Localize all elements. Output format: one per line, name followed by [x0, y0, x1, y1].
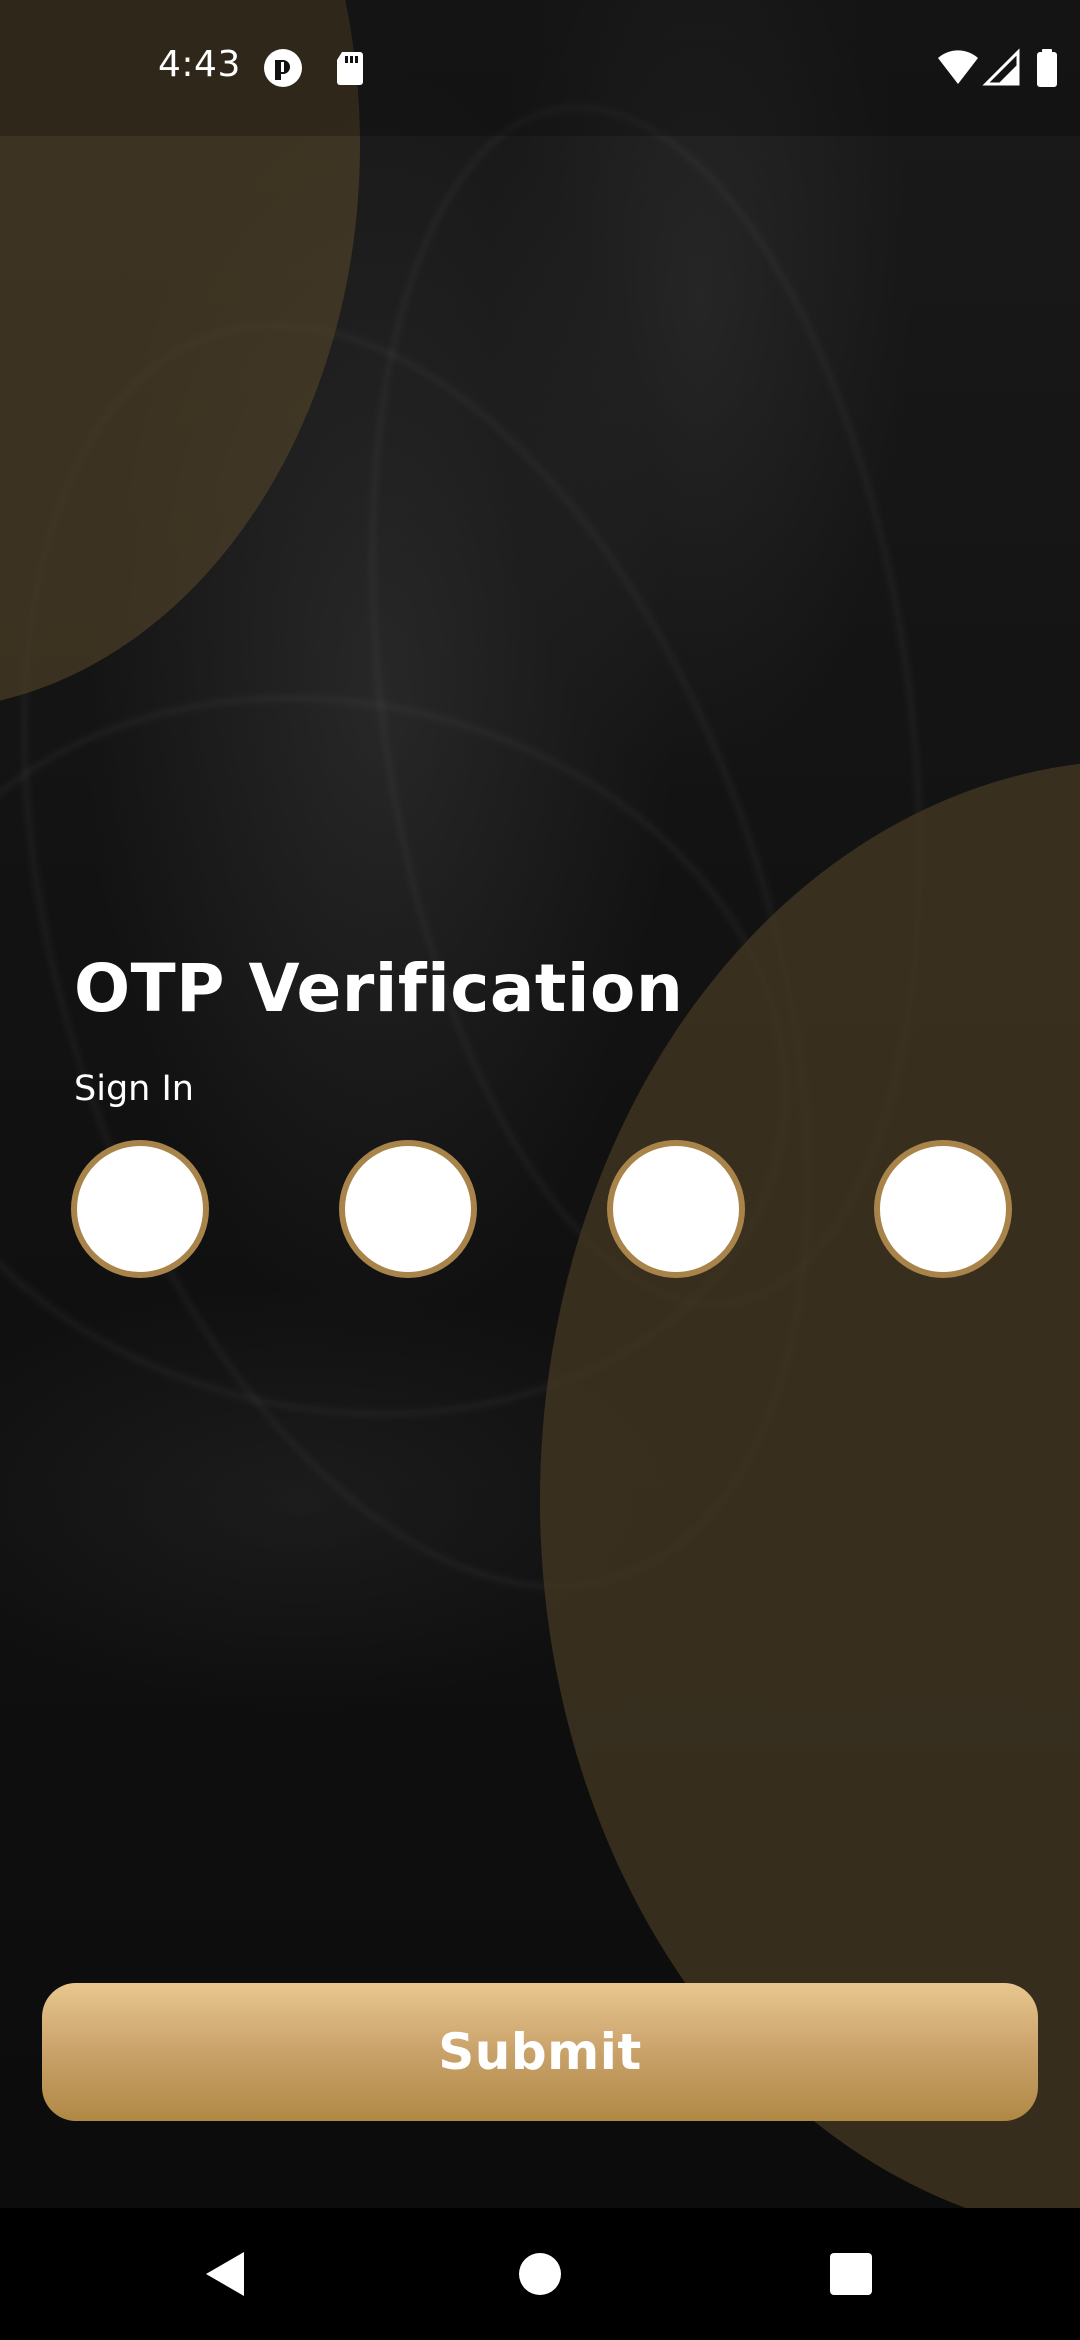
otp-digit-4-input[interactable]	[874, 1140, 1012, 1278]
otp-digit-3-input[interactable]	[607, 1140, 745, 1278]
otp-input-row	[0, 1140, 1080, 1278]
battery-icon	[1035, 48, 1059, 88]
ring-icon	[263, 48, 303, 88]
otp-verification-screen: 4:43 OTP Verification Sign In Submit	[0, 0, 1080, 2340]
sd-card-icon	[330, 48, 370, 88]
otp-digit-2-input[interactable]	[339, 1140, 477, 1278]
back-icon[interactable]	[196, 2244, 256, 2304]
page-subtitle: Sign In	[74, 1069, 194, 1109]
submit-button[interactable]: Submit	[42, 1983, 1038, 2121]
wifi-icon	[936, 48, 980, 88]
system-navigation-bar	[0, 2208, 1080, 2340]
page-title: OTP Verification	[74, 950, 684, 1027]
otp-digit-1-input[interactable]	[71, 1140, 209, 1278]
home-icon[interactable]	[510, 2244, 570, 2304]
status-time: 4:43	[158, 44, 241, 85]
recents-icon[interactable]	[821, 2244, 881, 2304]
signal-icon	[982, 48, 1022, 88]
status-bar: 4:43	[0, 0, 1080, 136]
